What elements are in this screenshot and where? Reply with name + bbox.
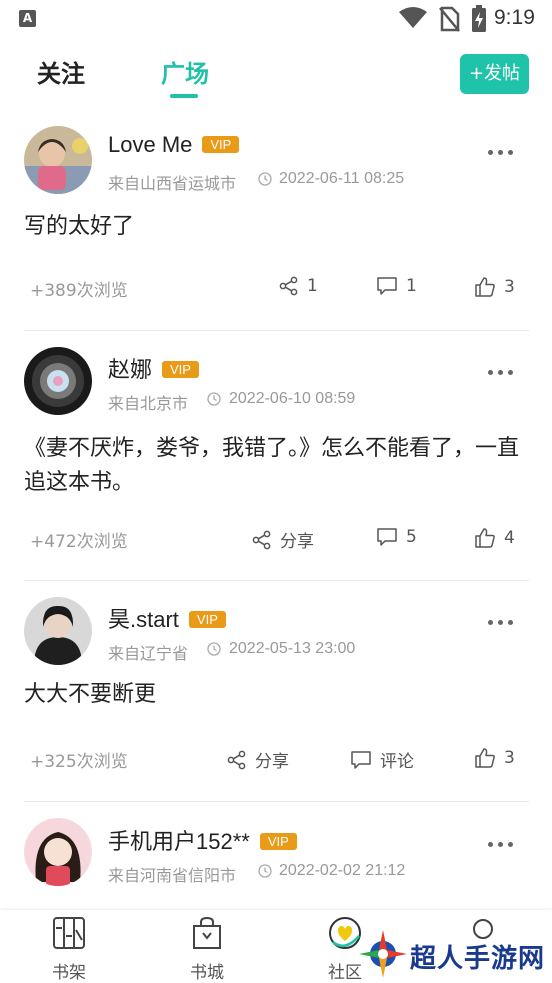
comment-label: 评论 [380, 752, 414, 772]
more-options-icon[interactable] [488, 842, 514, 848]
post-time: 2022-05-13 23:00 [229, 640, 356, 657]
watermark: 超人手游网 [352, 928, 552, 980]
clock-icon [207, 392, 221, 406]
location: 来自河南省信阳市 [108, 866, 237, 885]
post-content[interactable]: 写的太好了 [24, 210, 529, 244]
comment-icon [377, 277, 397, 295]
header: 关注 广场 +发帖 [0, 44, 552, 104]
tab-follow[interactable]: 关注 [37, 54, 85, 89]
active-tab-indicator [170, 94, 198, 98]
view-count: +472次浏览 [30, 532, 128, 552]
comment-icon [377, 528, 397, 546]
nav-label: 书架 [52, 963, 86, 983]
more-options-icon[interactable] [488, 150, 514, 156]
divider [24, 330, 529, 331]
more-options-icon[interactable] [488, 370, 514, 376]
avatar[interactable] [24, 126, 92, 194]
post-item[interactable]: 昊.start VIP 来自辽宁省 2022-05-13 23:00 大大不要断更… [0, 582, 552, 802]
post-content[interactable]: 大大不要断更 [24, 678, 529, 712]
share-icon [252, 530, 271, 549]
comment-button[interactable]: 5 [376, 527, 417, 547]
share-button[interactable]: 分享 [252, 527, 314, 552]
vip-badge: VIP [259, 833, 297, 850]
post-time: 2022-02-02 21:12 [279, 862, 406, 879]
post-item[interactable]: Love Me VIP 来自山西省运城市 2022-06-11 08:25 写的太… [0, 110, 552, 332]
no-sim-icon [439, 6, 460, 32]
clock-icon [207, 642, 221, 656]
share-button[interactable]: 1 [279, 276, 318, 296]
nav-label: 书城 [190, 963, 224, 983]
like-count: 3 [504, 277, 515, 297]
share-label: 分享 [280, 532, 314, 552]
share-count: 1 [307, 276, 318, 296]
post-time: 2022-06-11 08:25 [279, 170, 405, 187]
thumbs-up-icon [475, 277, 495, 297]
wifi-icon [399, 7, 427, 28]
like-button[interactable]: 3 [474, 276, 515, 298]
like-count: 4 [504, 528, 515, 548]
watermark-logo-icon [359, 930, 407, 978]
username[interactable]: Love Me VIP [108, 132, 240, 158]
location: 来自山西省运城市 [108, 174, 237, 193]
battery-charging-icon [472, 5, 486, 32]
share-icon [227, 750, 246, 769]
bookstore-icon [193, 916, 221, 949]
location: 来自北京市 [108, 394, 189, 413]
watermark-text: 超人手游网 [410, 944, 546, 974]
comment-button[interactable]: 评论 [350, 747, 414, 772]
clock-icon [258, 864, 272, 878]
like-button[interactable]: 3 [474, 747, 515, 769]
avatar[interactable] [24, 347, 92, 415]
more-options-icon[interactable] [488, 620, 514, 626]
bookshelf-icon [53, 917, 85, 949]
post-content[interactable]: 《妻不厌炸，娄爷，我错了。》怎么不能看了，一直追这本书。 [24, 432, 529, 500]
comment-count: 5 [406, 527, 417, 547]
username[interactable]: 手机用户152** VIP [108, 824, 297, 856]
vip-badge: VIP [202, 136, 240, 153]
comment-button[interactable]: 1 [376, 276, 417, 296]
vip-badge: VIP [162, 361, 199, 378]
nav-bookstore[interactable]: 书城 [167, 916, 247, 983]
like-count: 3 [504, 748, 515, 768]
status-time: 9:19 [494, 6, 535, 29]
share-icon [279, 276, 298, 296]
share-label: 分享 [255, 752, 289, 772]
status-bar: A 9:19 [0, 0, 552, 38]
location: 来自辽宁省 [108, 644, 189, 663]
vip-badge: VIP [188, 611, 226, 628]
post-item[interactable]: 赵娜 VIP 来自北京市 2022-06-10 08:59 《妻不厌炸，娄爷，我错… [0, 332, 552, 582]
view-count: +389次浏览 [30, 281, 128, 301]
view-count: +325次浏览 [30, 752, 128, 772]
share-button[interactable]: 分享 [227, 747, 289, 772]
post-item[interactable]: 手机用户152** VIP 来自河南省信阳市 2022-02-02 21:12 [0, 802, 552, 912]
thumbs-up-icon [475, 528, 495, 548]
avatar[interactable] [24, 818, 92, 886]
nav-bookshelf[interactable]: 书架 [29, 916, 109, 983]
like-button[interactable]: 4 [474, 527, 515, 549]
notification-a-icon: A [19, 10, 36, 27]
comment-icon [351, 750, 371, 769]
thumbs-up-icon [475, 748, 495, 768]
divider [24, 580, 529, 581]
avatar[interactable] [24, 597, 92, 665]
post-time: 2022-06-10 08:59 [229, 390, 356, 407]
new-post-button[interactable]: +发帖 [460, 54, 529, 94]
tab-square[interactable]: 广场 [161, 54, 209, 89]
username[interactable]: 昊.start VIP [108, 602, 226, 634]
username[interactable]: 赵娜 VIP [108, 352, 199, 384]
clock-icon [258, 172, 272, 186]
comment-count: 1 [406, 276, 417, 296]
